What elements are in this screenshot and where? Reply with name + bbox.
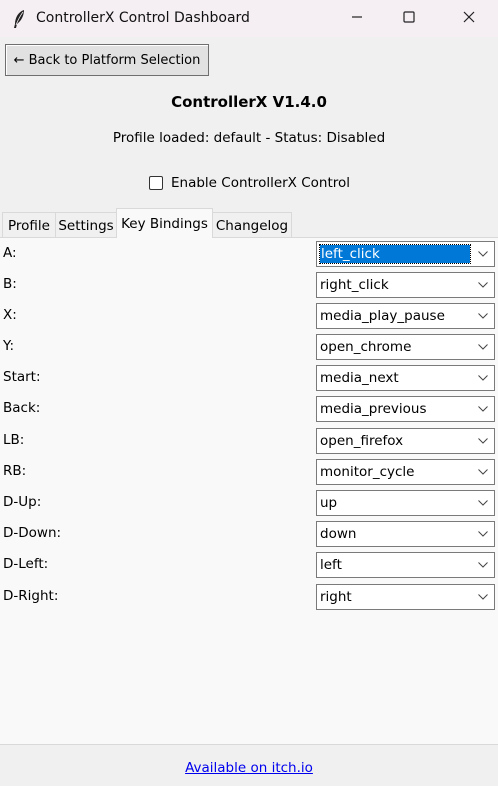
binding-value: left — [320, 557, 342, 573]
binding-value: right — [320, 589, 352, 605]
binding-value: right_click — [320, 277, 389, 293]
tab-changelog[interactable]: Changelog — [212, 212, 292, 238]
chevron-down-icon[interactable] — [472, 429, 494, 453]
binding-select-d-right[interactable]: right — [316, 584, 495, 610]
close-icon — [463, 11, 475, 27]
enable-control-row[interactable]: Enable ControllerX Control — [149, 174, 350, 192]
title-bar: ControllerX Control Dashboard — [0, 0, 498, 37]
binding-row-a: A: left_click — [0, 241, 498, 267]
chevron-down-icon[interactable] — [472, 273, 494, 297]
binding-row-back: Back: media_previous — [0, 396, 498, 422]
binding-value: open_chrome — [320, 339, 412, 355]
binding-label: D-Up: — [3, 494, 42, 510]
binding-label: A: — [3, 245, 17, 261]
binding-row-d-up: D-Up: up — [0, 490, 498, 516]
maximize-icon — [403, 10, 415, 27]
chevron-down-icon[interactable] — [472, 366, 494, 390]
feather-icon — [12, 9, 26, 29]
binding-select-rb[interactable]: monitor_cycle — [316, 459, 495, 485]
chevron-down-icon[interactable] — [472, 585, 494, 609]
binding-select-x[interactable]: media_play_pause — [316, 303, 495, 329]
binding-select-y[interactable]: open_chrome — [316, 334, 495, 360]
window-title: ControllerX Control Dashboard — [36, 10, 250, 26]
binding-select-start[interactable]: media_next — [316, 365, 495, 391]
footer: Available on itch.io — [0, 760, 498, 776]
binding-row-x: X: media_play_pause — [0, 303, 498, 329]
binding-label: Start: — [3, 369, 41, 385]
binding-row-y: Y: open_chrome — [0, 334, 498, 360]
maximize-button[interactable] — [386, 0, 432, 37]
minimize-icon — [351, 11, 363, 27]
binding-select-d-left[interactable]: left — [316, 552, 495, 578]
binding-value: up — [320, 495, 338, 511]
binding-row-d-right: D-Right: right — [0, 584, 498, 610]
binding-select-lb[interactable]: open_firefox — [316, 428, 495, 454]
binding-value: media_previous — [320, 401, 427, 417]
back-to-platform-button[interactable]: ← Back to Platform Selection — [5, 44, 209, 76]
binding-label: D-Right: — [3, 588, 59, 604]
binding-value: left_click — [319, 244, 471, 264]
binding-label: D-Left: — [3, 556, 49, 572]
chevron-down-icon[interactable] — [472, 242, 494, 266]
binding-row-b: B: right_click — [0, 272, 498, 298]
binding-label: Back: — [3, 400, 41, 416]
binding-value: down — [320, 526, 357, 542]
binding-label: RB: — [3, 463, 27, 479]
binding-label: B: — [3, 276, 17, 292]
tab-settings[interactable]: Settings — [55, 212, 117, 238]
chevron-down-icon[interactable] — [472, 460, 494, 484]
itch-io-link[interactable]: Available on itch.io — [185, 760, 313, 776]
enable-control-label[interactable]: Enable ControllerX Control — [171, 175, 350, 191]
binding-select-d-down[interactable]: down — [316, 521, 495, 547]
binding-row-d-left: D-Left: left — [0, 552, 498, 578]
close-button[interactable] — [446, 0, 492, 37]
tab-key-bindings[interactable]: Key Bindings — [116, 208, 213, 238]
binding-label: D-Down: — [3, 525, 62, 541]
chevron-down-icon[interactable] — [472, 522, 494, 546]
binding-value: media_next — [320, 370, 399, 386]
binding-select-d-up[interactable]: up — [316, 490, 495, 516]
binding-select-a[interactable]: left_click — [316, 241, 495, 267]
binding-row-lb: LB: open_firefox — [0, 428, 498, 454]
enable-control-checkbox[interactable] — [149, 176, 163, 190]
binding-select-b[interactable]: right_click — [316, 272, 495, 298]
chevron-down-icon[interactable] — [472, 304, 494, 328]
binding-row-rb: RB: monitor_cycle — [0, 459, 498, 485]
binding-row-start: Start: media_next — [0, 365, 498, 391]
chevron-down-icon[interactable] — [472, 397, 494, 421]
minimize-button[interactable] — [334, 0, 380, 37]
binding-value: media_play_pause — [320, 308, 445, 324]
tab-bar: Profile Settings Key Bindings Changelog — [0, 208, 498, 238]
binding-label: LB: — [3, 432, 25, 448]
key-bindings-panel: A: left_click B: right_click X: media_pl… — [0, 237, 498, 745]
chevron-down-icon[interactable] — [472, 335, 494, 359]
binding-value: monitor_cycle — [320, 464, 415, 480]
chevron-down-icon[interactable] — [472, 553, 494, 577]
binding-select-back[interactable]: media_previous — [316, 396, 495, 422]
binding-row-d-down: D-Down: down — [0, 521, 498, 547]
status-text: Profile loaded: default - Status: Disabl… — [112, 130, 386, 146]
chevron-down-icon[interactable] — [472, 491, 494, 515]
binding-value: open_firefox — [320, 433, 404, 449]
version-title: ControllerX V1.4.0 — [171, 93, 327, 111]
binding-label: X: — [3, 307, 17, 323]
tab-profile[interactable]: Profile — [2, 212, 56, 238]
binding-label: Y: — [3, 338, 15, 354]
